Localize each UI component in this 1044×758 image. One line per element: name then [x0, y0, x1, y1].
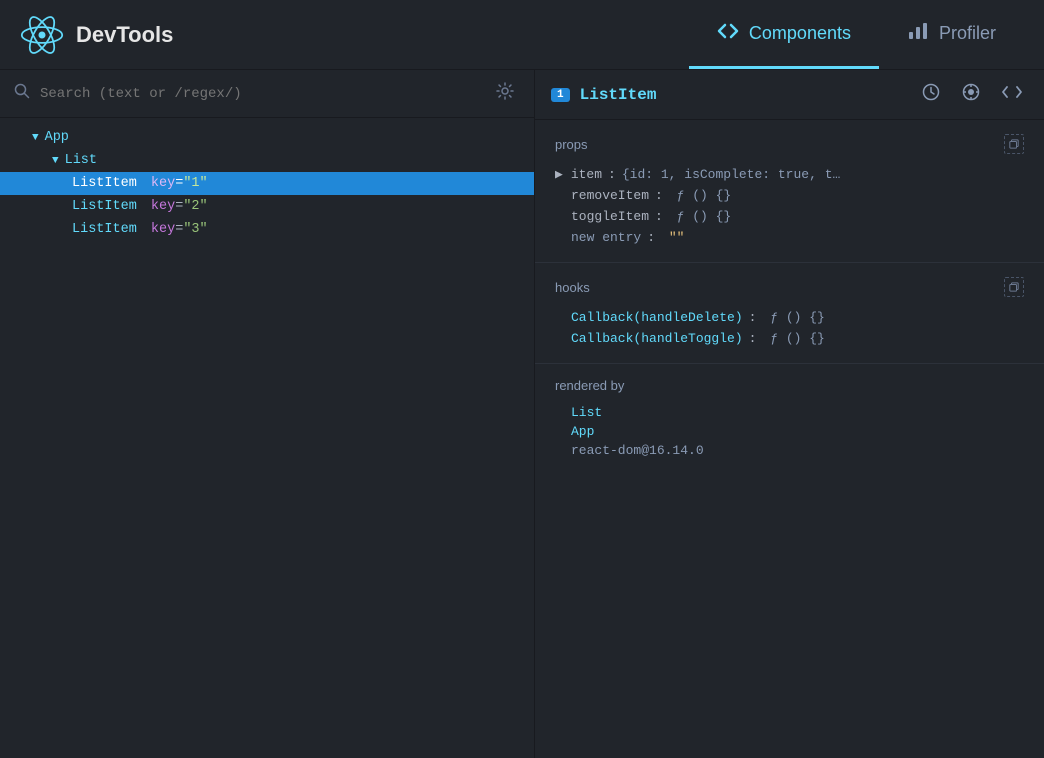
props-section-header: props	[555, 134, 1024, 154]
arrow-icon: ▼	[32, 132, 39, 144]
props-section: props ▶ item : {id: 1, isComplete: true,…	[535, 120, 1044, 263]
inspect-button[interactable]	[956, 80, 986, 109]
app-title: DevTools	[76, 22, 173, 48]
logo-section: DevTools	[20, 13, 173, 57]
component-badge: 1	[551, 88, 570, 102]
component-tree: ▼ App ▼ List ListItem key = "1" ListItem…	[0, 118, 534, 758]
props-section-title: props	[555, 137, 588, 152]
settings-gear-button[interactable]	[490, 80, 520, 107]
prop-val: "2"	[183, 199, 207, 214]
prop-key: key	[143, 176, 175, 191]
prop-row-toggleitem: toggleItem : ƒ () {}	[555, 206, 1024, 227]
app-header: DevTools Components Profiler	[0, 0, 1044, 70]
hook-value: ƒ () {}	[762, 331, 824, 346]
comp-name: App	[45, 130, 69, 145]
rendered-by-app[interactable]: App	[555, 422, 1024, 441]
search-input[interactable]	[40, 86, 480, 102]
prop-name-gray: new entry	[571, 230, 641, 245]
tab-profiler[interactable]: Profiler	[879, 0, 1024, 69]
comp-name: ListItem	[72, 222, 137, 237]
tab-profiler-label: Profiler	[939, 23, 996, 44]
prop-row-item[interactable]: ▶ item : {id: 1, isComplete: true, t…	[555, 164, 1024, 185]
hook-name: Callback(handleDelete)	[571, 310, 743, 325]
source-button[interactable]	[996, 81, 1028, 108]
tree-item-listitem3[interactable]: ListItem key = "3"	[0, 218, 534, 241]
header-tabs: Components Profiler	[689, 0, 1024, 69]
prop-equals: =	[175, 222, 183, 237]
prop-name: removeItem	[571, 188, 649, 203]
expand-arrow-icon: ▶	[555, 167, 563, 182]
hooks-section: hooks Callback(handleDelete) : ƒ () {} C…	[535, 263, 1044, 364]
rendered-by-reactdom: react-dom@16.14.0	[555, 441, 1024, 460]
prop-value: {id: 1, isComplete: true, t…	[622, 167, 840, 182]
right-panel: 1 ListItem	[535, 70, 1044, 758]
tab-components-label: Components	[749, 23, 851, 44]
hooks-section-title: hooks	[555, 280, 590, 295]
prop-name: toggleItem	[571, 209, 649, 224]
comp-name: ListItem	[72, 199, 137, 214]
prop-equals: =	[175, 199, 183, 214]
hook-row-handledelete: Callback(handleDelete) : ƒ () {}	[555, 307, 1024, 328]
main-content: ▼ App ▼ List ListItem key = "1" ListItem…	[0, 70, 1044, 758]
comp-name: List	[65, 153, 97, 168]
header-actions	[916, 80, 1028, 109]
tree-item-listitem1[interactable]: ListItem key = "1"	[0, 172, 534, 195]
prop-val: "1"	[183, 176, 207, 191]
component-header-name: ListItem	[580, 86, 906, 104]
react-logo-icon	[20, 13, 64, 57]
copy-hooks-button[interactable]	[1004, 277, 1024, 297]
prop-value: ƒ () {}	[669, 188, 731, 203]
tab-components[interactable]: Components	[689, 0, 879, 69]
search-icon	[14, 83, 30, 104]
prop-key: key	[143, 199, 175, 214]
search-bar	[0, 70, 534, 118]
tree-item-app[interactable]: ▼ App	[0, 126, 534, 149]
prop-value-newentry: ""	[661, 230, 684, 245]
arrow-icon: ▼	[52, 155, 59, 167]
rendered-by-list[interactable]: List	[555, 403, 1024, 422]
tree-item-list[interactable]: ▼ List	[0, 149, 534, 172]
prop-equals: =	[175, 176, 183, 191]
components-icon	[717, 22, 739, 45]
hook-name: Callback(handleToggle)	[571, 331, 743, 346]
left-panel: ▼ App ▼ List ListItem key = "1" ListItem…	[0, 70, 535, 758]
prop-row-removeitem: removeItem : ƒ () {}	[555, 185, 1024, 206]
suspend-button[interactable]	[916, 80, 946, 109]
right-panel-header: 1 ListItem	[535, 70, 1044, 120]
prop-name: item	[571, 167, 602, 182]
prop-value: ƒ () {}	[669, 209, 731, 224]
prop-row-newentry: new entry : ""	[555, 227, 1024, 248]
hook-value: ƒ () {}	[762, 310, 824, 325]
profiler-icon	[907, 22, 929, 45]
prop-key: key	[143, 222, 175, 237]
prop-val: "3"	[183, 222, 207, 237]
tree-item-listitem2[interactable]: ListItem key = "2"	[0, 195, 534, 218]
rendered-by-header: rendered by	[555, 378, 1024, 393]
copy-props-button[interactable]	[1004, 134, 1024, 154]
hooks-section-header: hooks	[555, 277, 1024, 297]
rendered-by-section: rendered by List App react-dom@16.14.0	[535, 364, 1044, 474]
hook-row-handletoggle: Callback(handleToggle) : ƒ () {}	[555, 328, 1024, 349]
rendered-by-title: rendered by	[555, 378, 624, 393]
comp-name: ListItem	[72, 176, 137, 191]
